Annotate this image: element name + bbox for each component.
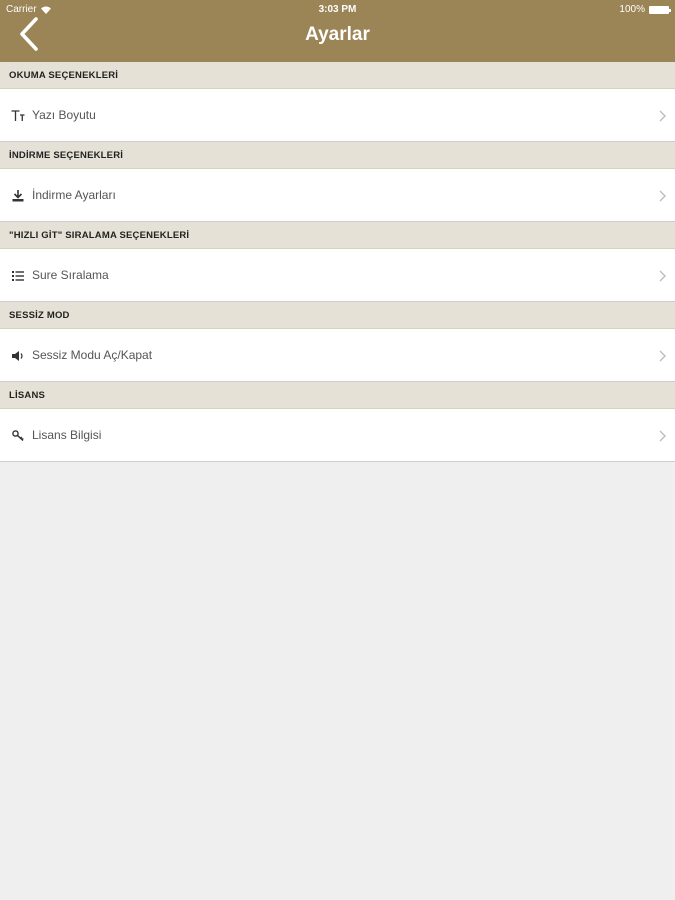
battery-percentage: 100% [619, 4, 645, 15]
page-title: Ayarlar [305, 24, 370, 45]
speaker-icon [10, 329, 26, 382]
row-download-settings[interactable]: İndirme Ayarları [0, 169, 675, 222]
chevron-right-icon [659, 169, 666, 222]
row-label: Sure Sıralama [32, 268, 109, 282]
chevron-right-icon [659, 329, 666, 382]
row-sure-sorting[interactable]: Sure Sıralama [0, 249, 675, 302]
section-header-license: LİSANS [0, 382, 675, 409]
row-label: Yazı Boyutu [32, 108, 96, 122]
row-silent-mode[interactable]: Sessiz Modu Aç/Kapat [0, 329, 675, 382]
row-text-size[interactable]: Yazı Boyutu [0, 89, 675, 142]
navigation-bar: Carrier 3:03 PM 100% Ayarlar [0, 0, 675, 62]
text-size-icon [10, 89, 26, 142]
section-header-download: İNDİRME SEÇENEKLERİ [0, 142, 675, 169]
chevron-right-icon [659, 249, 666, 302]
row-label: Sessiz Modu Aç/Kapat [32, 348, 153, 362]
row-label: İndirme Ayarları [32, 188, 116, 202]
row-license-info[interactable]: Lisans Bilgisi [0, 409, 675, 462]
battery-icon [649, 5, 671, 14]
status-time: 3:03 PM [318, 4, 357, 15]
key-icon [10, 409, 26, 462]
chevron-right-icon [659, 409, 666, 462]
section-header-silent: SESSİZ MOD [0, 302, 675, 329]
status-bar: Carrier 3:03 PM 100% [0, 0, 675, 18]
row-label: Lisans Bilgisi [32, 428, 102, 442]
list-icon [10, 249, 26, 302]
download-icon [10, 169, 26, 222]
settings-list: OKUMA SEÇENEKLERİ Yazı Boyutu İNDİRME SE… [0, 62, 675, 462]
section-header-reading: OKUMA SEÇENEKLERİ [0, 62, 675, 89]
chevron-right-icon [659, 89, 666, 142]
section-header-sorting: "HIZLI GİT" SIRALAMA SEÇENEKLERİ [0, 222, 675, 249]
